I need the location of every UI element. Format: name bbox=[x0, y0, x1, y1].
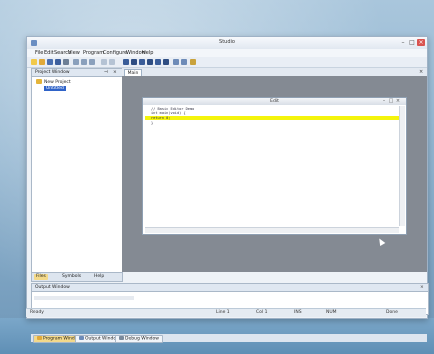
code-line: } bbox=[151, 121, 154, 125]
help-icon[interactable] bbox=[190, 59, 196, 65]
document-tabs: Main × bbox=[122, 68, 427, 77]
panel-tabs: Files Symbols Help bbox=[31, 272, 123, 282]
minimize-icon[interactable]: – bbox=[399, 39, 407, 46]
copy-icon[interactable] bbox=[81, 59, 87, 65]
debug-icon[interactable] bbox=[147, 59, 153, 65]
paste-icon[interactable] bbox=[89, 59, 95, 65]
menu-view[interactable]: View bbox=[68, 50, 80, 56]
toolbar bbox=[27, 57, 427, 68]
print-icon[interactable] bbox=[63, 59, 69, 65]
output-panel-title: Output Window bbox=[35, 285, 70, 290]
undo-icon[interactable] bbox=[101, 59, 107, 65]
code-line: return 0; bbox=[151, 116, 171, 120]
status-bar: Ready Line 1 Col 1 INS NUM Done bbox=[26, 308, 426, 317]
maximize-icon[interactable]: □ bbox=[408, 39, 416, 46]
tab-symbols[interactable]: Symbols bbox=[60, 274, 83, 280]
output-panel-header: Output Window × bbox=[32, 284, 428, 292]
status-col: Col 1 bbox=[256, 310, 268, 315]
window-title: Studio bbox=[219, 39, 235, 45]
folder-icon bbox=[36, 79, 42, 84]
output-close-icon[interactable]: × bbox=[420, 285, 424, 290]
code-line: int main(void) { bbox=[151, 111, 186, 115]
menu-configure[interactable]: Configure bbox=[103, 50, 127, 56]
status-ins: INS bbox=[294, 310, 302, 315]
program-icon bbox=[37, 336, 42, 340]
menu-file[interactable]: File bbox=[35, 50, 43, 56]
project-panel-header: Project Window ⊣ × bbox=[32, 69, 122, 77]
replace-icon[interactable] bbox=[181, 59, 187, 65]
title-bar[interactable]: Studio – □ × bbox=[27, 37, 427, 49]
status-line: Line 1 bbox=[216, 310, 230, 315]
status-ready: Ready bbox=[30, 310, 44, 315]
panel-close-icon[interactable]: × bbox=[113, 70, 117, 75]
tab-files[interactable]: Files bbox=[34, 274, 48, 280]
tree-root-item[interactable]: New Project bbox=[36, 79, 71, 85]
bottom-tabs: Program Window Output Window Debug Windo… bbox=[31, 334, 427, 343]
code-editor[interactable]: // Basic Editor Demo int main(void) { re… bbox=[145, 106, 399, 226]
tree-root-label: New Project bbox=[44, 80, 71, 85]
tree-child-item[interactable]: Untitled bbox=[44, 86, 66, 91]
cut-icon[interactable] bbox=[73, 59, 79, 65]
stop-icon[interactable] bbox=[163, 59, 169, 65]
editor-horizontal-scrollbar[interactable] bbox=[145, 227, 399, 233]
tab-help[interactable]: Help bbox=[92, 274, 106, 280]
project-panel: Project Window ⊣ × New Project Untitled bbox=[31, 68, 123, 273]
build-icon[interactable] bbox=[131, 59, 137, 65]
open-folder-icon[interactable] bbox=[39, 59, 45, 65]
compile-icon[interactable] bbox=[123, 59, 129, 65]
status-done: Done bbox=[386, 310, 398, 315]
pin-icon[interactable]: ⊣ bbox=[104, 70, 108, 75]
tab-debug-label: Debug Window bbox=[125, 336, 159, 342]
app-window: Studio – □ × File Edit Search View Progr… bbox=[26, 36, 429, 343]
editor-maximize-icon[interactable]: □ bbox=[388, 99, 394, 104]
close-icon[interactable]: × bbox=[417, 39, 425, 46]
output-icon bbox=[79, 336, 84, 340]
output-text-area[interactable] bbox=[34, 296, 134, 300]
step-icon[interactable] bbox=[155, 59, 161, 65]
menu-edit[interactable]: Edit bbox=[44, 50, 54, 56]
find-icon[interactable] bbox=[173, 59, 179, 65]
redo-icon[interactable] bbox=[109, 59, 115, 65]
menu-bar: File Edit Search View Program Configure … bbox=[27, 49, 427, 57]
run-icon[interactable] bbox=[139, 59, 145, 65]
editor-title: Edit bbox=[270, 99, 279, 104]
menu-help[interactable]: Help bbox=[142, 50, 153, 56]
menu-program[interactable]: Program bbox=[83, 50, 104, 56]
editor-window: Edit – □ × // Basic Editor Demo int main… bbox=[142, 97, 407, 235]
save-all-icon[interactable] bbox=[55, 59, 61, 65]
editor-title-bar[interactable]: Edit – □ × bbox=[143, 98, 406, 105]
debug-window-icon bbox=[119, 336, 124, 340]
tab-debug-window[interactable]: Debug Window bbox=[115, 335, 163, 343]
save-icon[interactable] bbox=[47, 59, 53, 65]
current-line-highlight bbox=[145, 116, 399, 120]
status-num: NUM bbox=[326, 310, 337, 315]
editor-close-icon[interactable]: × bbox=[395, 99, 401, 104]
editor-minimize-icon[interactable]: – bbox=[381, 99, 387, 104]
editor-vertical-scrollbar[interactable] bbox=[399, 106, 405, 226]
project-panel-title: Project Window bbox=[35, 70, 70, 75]
new-file-icon[interactable] bbox=[31, 59, 37, 65]
doc-tab-close-icon[interactable]: × bbox=[419, 69, 423, 75]
